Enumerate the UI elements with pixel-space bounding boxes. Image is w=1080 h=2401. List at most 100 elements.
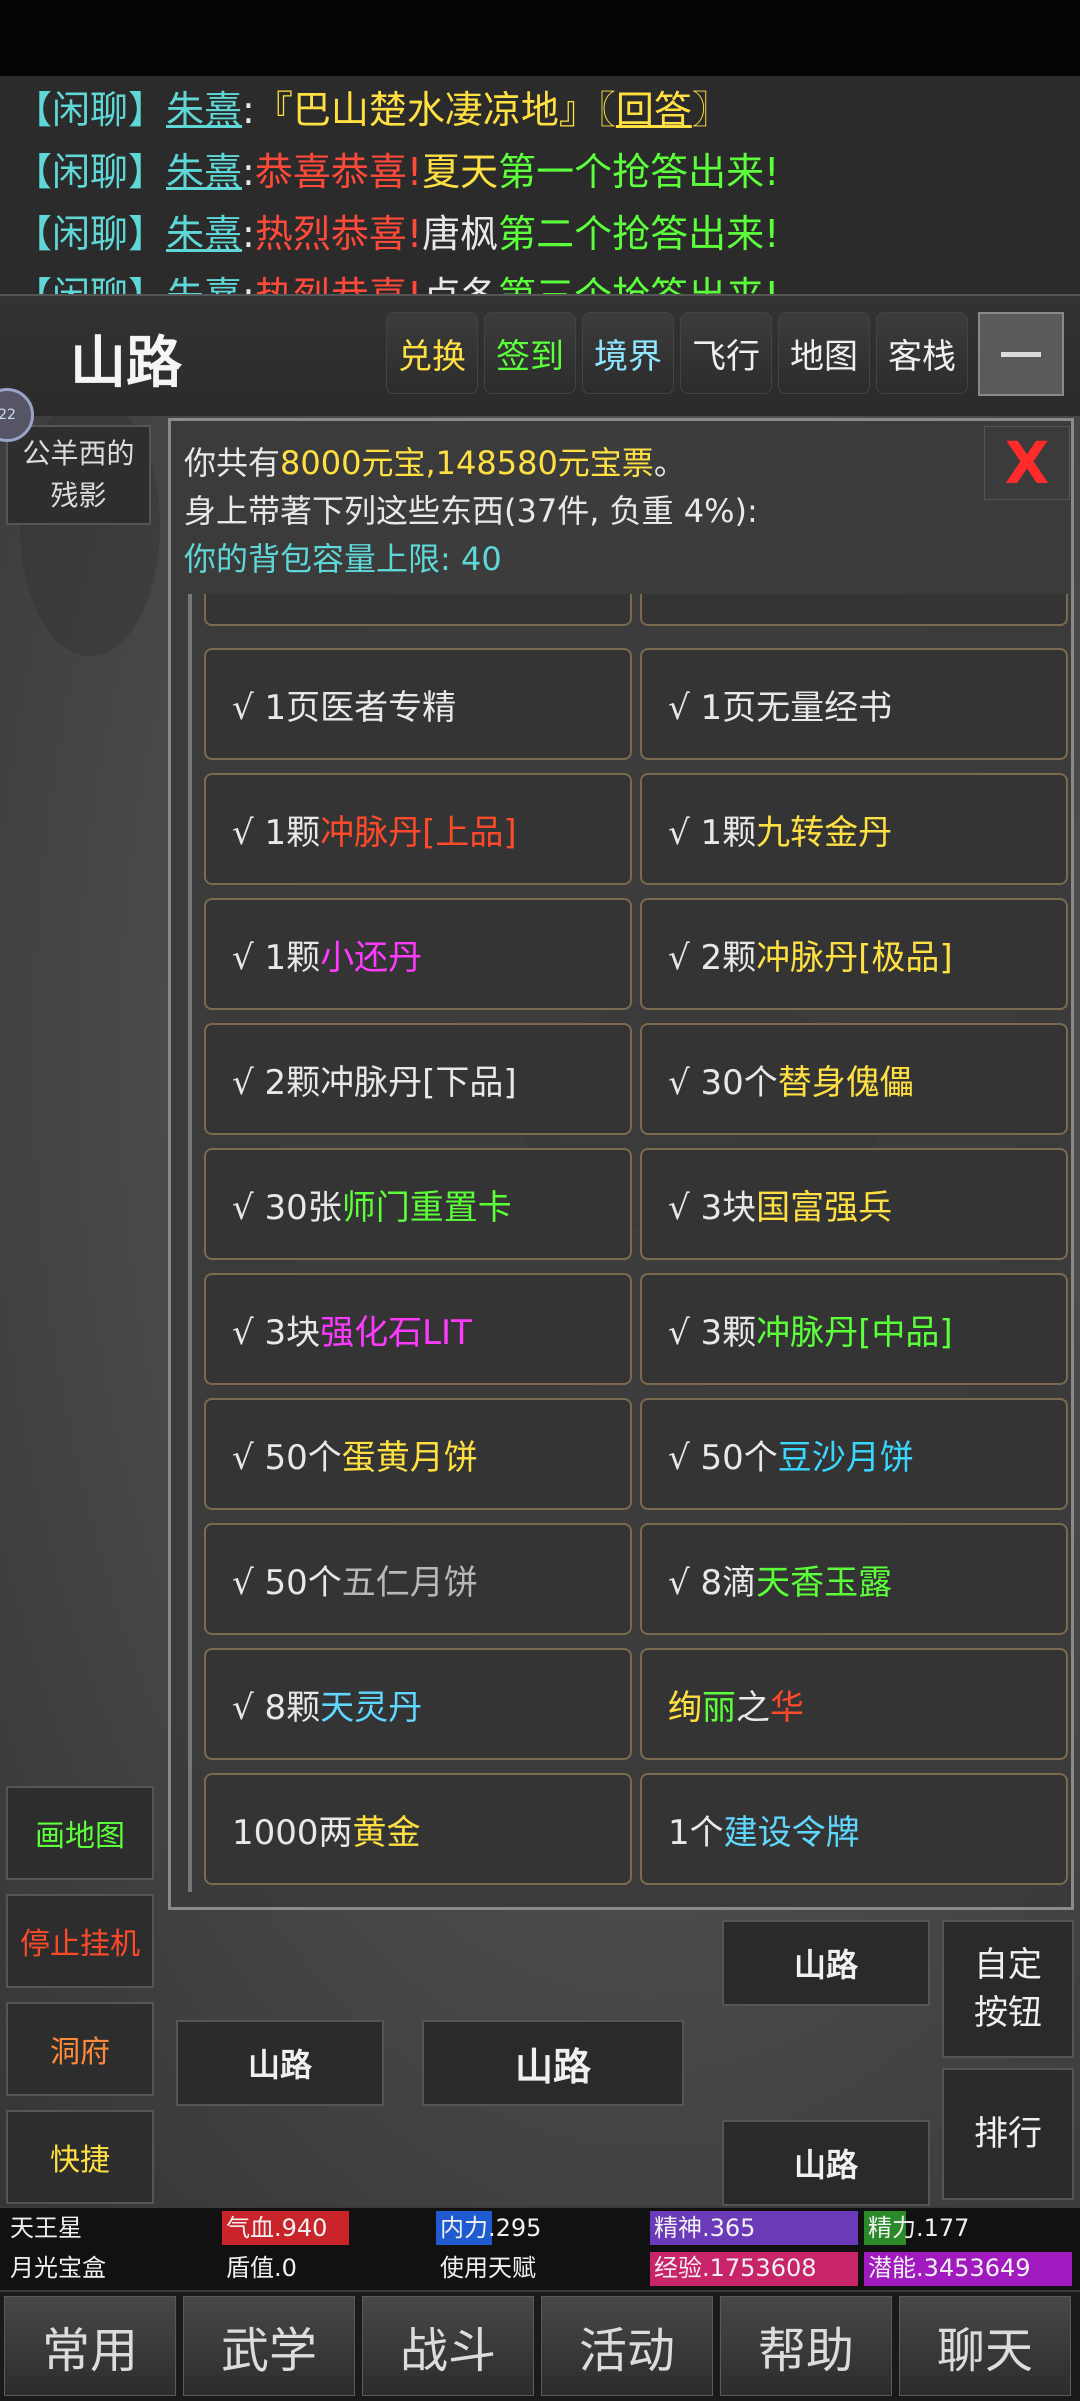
minimize-button[interactable] [978,312,1064,396]
item-count: √ 30个 [668,1062,778,1103]
chat-channel: 【闲聊】 [14,274,167,296]
header-button-3[interactable]: 飞行 [680,312,772,394]
inventory-item[interactable]: √ 1颗 九转金丹 [640,773,1068,885]
item-count: √ 8滴 [668,1562,757,1603]
side-button-2[interactable]: 洞府 [6,2002,154,2096]
location-title: 山路 [70,331,182,396]
side-button-3[interactable]: 快捷 [6,2110,154,2204]
chat-channel: 【闲聊】 [14,150,167,194]
answer-link[interactable]: 回答 [616,88,692,132]
header-button-0[interactable]: 兑换 [386,312,478,394]
npc-name-line1: 公羊西的 [22,437,135,470]
carry-line: 身上带著下列这些东西(37件, 负重 4%): [184,492,758,530]
item-name-char: 之 [736,1687,770,1728]
item-name: 小还丹 [320,937,423,978]
talent-button[interactable]: 使用天赋 [440,2250,536,2286]
item-count: √ 50个 [668,1437,778,1478]
inventory-list[interactable]: √ 1页医者专精 √ 1页无量经书 √ 1颗 冲脉丹[上品] √ 1颗 九转金丹 √ 1颗小… [188,594,1072,1892]
tab-0[interactable]: 常用 [4,2296,176,2396]
item-count: √ 2颗冲脉丹[下品] [232,1062,517,1103]
inventory-item[interactable]: √ 50个 五仁月饼 [204,1523,632,1635]
minus-icon [1001,351,1041,357]
tab-2[interactable]: 战斗 [362,2296,534,2396]
exit-north-button[interactable]: 山路 [722,1920,930,2006]
chat-text: 热烈恭喜! [254,212,423,256]
inventory-item[interactable]: √ 1颗 小还丹 [204,898,632,1010]
item-count: √ 1页无量经书 [668,687,893,728]
npc-name-line2: 残影 [50,479,107,512]
inventory-item[interactable]: √ 1页医者专精 [204,648,632,760]
inventory-item[interactable]: √ 30张 师门重置卡 [204,1148,632,1260]
item-name: 天灵丹 [320,1687,423,1728]
npc-button[interactable]: 公羊西的 残影 [6,425,151,525]
chat-sender-link[interactable]: 朱熹 [166,274,242,294]
chat-text: 第三个抢答出来! [498,274,780,296]
chat-text: 〗 [691,88,730,132]
side-button-1[interactable]: 停止挂机 [6,1894,154,1988]
inventory-item-partial[interactable] [640,594,1068,626]
item-name: 冲脉丹[中品] [756,1312,953,1353]
inventory-item[interactable]: √ 3块 强化石LIT [204,1273,632,1385]
header-button-5[interactable]: 客栈 [876,312,968,394]
chat-sender-link[interactable]: 朱熹 [166,150,242,194]
equipped-item: 月光宝盒 [10,2254,106,2282]
side-button-0[interactable]: 画地图 [6,1786,154,1880]
inventory-item[interactable]: 1个 建设令牌 [640,1773,1068,1885]
item-count: √ 1颗 [668,812,757,853]
chat-text: 第一个抢答出来! [498,150,780,194]
item-name-char: 华 [770,1687,804,1728]
inventory-item[interactable]: 1000两 黄金 [204,1773,632,1885]
inventory-item[interactable]: √ 50个 豆沙月饼 [640,1398,1068,1510]
tab-1[interactable]: 武学 [183,2296,355,2396]
inventory-item[interactable]: √ 3块 国富强兵 [640,1148,1068,1260]
current-location-button[interactable]: 山路 [422,2020,684,2106]
ticket-amount: 148580元宝票 [435,444,654,482]
item-name: 豆沙月饼 [777,1437,914,1478]
chat-sender-link[interactable]: 朱熹 [166,88,242,132]
chat-text: 『巴山楚水凄凉地』〖 [254,88,616,132]
chat-line: 【闲聊】朱熹:热烈恭喜!卢冬第三个抢答出来! [14,268,780,296]
item-name: 国富强兵 [756,1187,893,1228]
chat-text: 恭喜恭喜! [254,150,423,194]
rank-button[interactable]: 排行 [942,2068,1074,2200]
header-button-2[interactable]: 境界 [582,312,674,394]
custom-button[interactable]: 自定 按钮 [942,1920,1074,2058]
header-button-1[interactable]: 签到 [484,312,576,394]
item-count: √ 1颗 [232,937,321,978]
inventory-item[interactable]: √ 2颗冲脉丹[下品] [204,1023,632,1135]
chat-panel[interactable]: 【闲聊】朱熹:『巴山楚水凄凉地』〖回答〗 【闲聊】朱熹:恭喜恭喜!夏天第一个抢答出… [0,76,1080,296]
exit-west-button[interactable]: 山路 [176,2020,384,2106]
inventory-item[interactable]: √ 50个 蛋黄月饼 [204,1398,632,1510]
inventory-item[interactable]: √ 8颗 天灵丹 [204,1648,632,1760]
inventory-item[interactable]: 绚丽之华 [640,1648,1068,1760]
item-count: √ 50个 [232,1562,342,1603]
bottom-tabs: 常用 武学 战斗 活动 帮助 聊天 [0,2292,1080,2401]
inventory-item[interactable]: √ 8滴 天香玉露 [640,1523,1068,1635]
inventory-item[interactable]: √ 2颗 冲脉丹[极品] [640,898,1068,1010]
item-count: √ 8颗 [232,1687,321,1728]
close-button[interactable]: X [984,426,1070,500]
tab-3[interactable]: 活动 [541,2296,713,2396]
chat-colon: : [242,212,255,256]
item-name: 天香玉露 [756,1562,893,1603]
tab-4[interactable]: 帮助 [720,2296,892,2396]
item-name: 冲脉丹[极品] [756,937,953,978]
chat-text: 唐枫 [422,212,499,256]
inventory-item[interactable]: √ 30个 替身傀儡 [640,1023,1068,1135]
item-name: 师门重置卡 [341,1187,512,1228]
item-count: √ 1页医者专精 [232,687,457,728]
chat-sender-link[interactable]: 朱熹 [166,212,242,256]
inventory-item[interactable]: √ 1颗 冲脉丹[上品] [204,773,632,885]
item-name: 建设令牌 [723,1812,860,1853]
inventory-item[interactable]: √ 3颗 冲脉丹[中品] [640,1273,1068,1385]
tab-5[interactable]: 聊天 [899,2296,1071,2396]
exit-south-button[interactable]: 山路 [722,2120,930,2206]
status-bar [0,0,1080,76]
currency-line: 你共有8000元宝,148580元宝票。 [184,444,686,482]
player-name: 天王星 [10,2214,82,2242]
inventory-item[interactable]: √ 1页无量经书 [640,648,1068,760]
chat-channel: 【闲聊】 [14,88,167,132]
inventory-item-partial[interactable] [204,594,632,626]
header-button-4[interactable]: 地图 [778,312,870,394]
spirit-text: 精神.365 [654,2214,756,2242]
